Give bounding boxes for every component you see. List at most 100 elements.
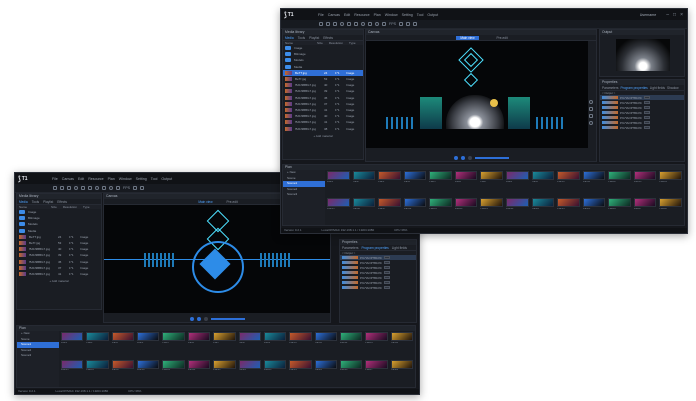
plan-thumbnail[interactable]: Plan10 <box>289 332 312 358</box>
fps-label[interactable]: FPS <box>123 186 130 190</box>
pause-icon[interactable] <box>467 156 472 160</box>
layers-icon[interactable] <box>88 186 92 190</box>
layers-icon[interactable] <box>354 22 358 26</box>
plan-thumbnail[interactable]: Plan8 <box>505 171 529 196</box>
new-icon[interactable] <box>53 186 57 190</box>
col-resolution[interactable]: Resolution <box>63 205 77 209</box>
plan-thumbnail[interactable]: Plan4 <box>137 332 160 358</box>
fit-icon[interactable] <box>589 107 593 111</box>
plan-thumbnail[interactable]: Plan24 <box>557 198 580 223</box>
eye-icon[interactable] <box>589 121 593 125</box>
stop-icon[interactable] <box>453 156 458 160</box>
plan-thumbnail[interactable]: Plan18 <box>403 198 427 223</box>
plan-item[interactable]: Scene3 <box>17 353 59 359</box>
menu-window[interactable]: Window <box>385 13 398 17</box>
menu-tool[interactable]: Tool <box>417 13 424 17</box>
menu-canvas[interactable]: Canvas <box>62 177 74 181</box>
record-icon[interactable] <box>340 22 344 26</box>
audio-icon[interactable] <box>399 22 403 26</box>
tab-tools[interactable]: Tools <box>298 36 305 40</box>
plan-thumbnail[interactable]: Plan11 <box>314 332 337 358</box>
plan-thumbnail[interactable]: Plan1 <box>61 332 84 358</box>
plan-thumbnail[interactable]: Plan16 <box>86 359 109 386</box>
menu-plan[interactable]: Plan <box>374 13 381 17</box>
plan-thumbnail[interactable]: Plan23 <box>531 198 555 223</box>
plan-thumbnail[interactable]: Plan14 <box>659 171 682 196</box>
col-name[interactable]: Name <box>19 205 45 209</box>
tab-light-fields[interactable]: Light fields <box>650 86 665 90</box>
plan-item[interactable]: Scene3 <box>283 192 325 198</box>
plan-thumbnail[interactable]: Plan5 <box>429 171 452 196</box>
plan-thumbnail[interactable]: Plan9 <box>531 171 555 196</box>
toggle-button[interactable] <box>644 101 650 104</box>
plan-thumbnail[interactable]: Plan25 <box>582 198 606 223</box>
toggle-button[interactable] <box>384 271 390 274</box>
tab-playlist[interactable]: Playlist <box>309 36 319 40</box>
tab-pre-edit[interactable]: Pre-edit <box>497 36 508 40</box>
toggle-button[interactable] <box>384 266 390 269</box>
plan-thumbnail[interactable]: Plan12 <box>339 332 363 358</box>
tab-light-fields[interactable]: Light fields <box>392 246 407 250</box>
plan-thumbnail[interactable]: Plan27 <box>365 359 388 386</box>
plan-thumbnail[interactable]: Plan2 <box>86 332 109 358</box>
grid-icon[interactable] <box>81 186 85 190</box>
audio-icon[interactable] <box>133 186 137 190</box>
plan-thumbnail[interactable]: Plan20 <box>454 198 478 223</box>
plan-thumbnail[interactable]: Plan3 <box>378 171 401 196</box>
plan-thumbnail[interactable]: Plan7 <box>213 332 236 358</box>
tab-effects[interactable]: Effects <box>323 36 333 40</box>
toggle-button[interactable] <box>644 106 650 109</box>
tab-media[interactable]: Media <box>285 36 294 40</box>
menu-output[interactable]: Output <box>427 13 438 17</box>
menu-resource[interactable]: Resource <box>88 177 103 181</box>
menu-output[interactable]: Output <box>161 177 172 181</box>
output-icon[interactable] <box>102 186 106 190</box>
lock-icon[interactable] <box>413 22 417 26</box>
plan-thumbnail[interactable]: Plan19 <box>429 198 452 223</box>
col-type[interactable]: Type <box>83 205 90 209</box>
settings-icon[interactable] <box>382 22 386 26</box>
plan-thumbnail[interactable]: Plan28 <box>659 198 682 223</box>
menu-edit[interactable]: Edit <box>78 177 84 181</box>
tab-main-view[interactable]: Main view <box>456 35 479 40</box>
monitor-icon[interactable] <box>375 22 379 26</box>
plan-thumbnail[interactable]: Plan12 <box>608 171 631 196</box>
plan-thumbnail[interactable]: Plan11 <box>582 171 606 196</box>
plan-thumbnail[interactable]: Plan1 <box>327 171 350 196</box>
menu-plan[interactable]: Plan <box>108 177 115 181</box>
tab-main-view[interactable]: Main view <box>198 200 212 204</box>
toggle-button[interactable] <box>644 96 650 99</box>
plan-thumbnail[interactable]: Plan13 <box>365 332 388 358</box>
list-item[interactable]: f5J1f3BBG7.jpg 41 1*1 Image <box>17 271 101 277</box>
menu-edit[interactable]: Edit <box>344 13 350 17</box>
monitor-icon[interactable] <box>109 186 113 190</box>
grid-icon[interactable] <box>347 22 351 26</box>
tab-program-properties[interactable]: Program properties <box>620 86 647 90</box>
col-name[interactable]: Name <box>285 41 311 45</box>
lock-icon[interactable] <box>589 114 593 118</box>
plan-thumbnail[interactable]: Plan8 <box>238 332 261 358</box>
add-material-button[interactable]: + Add material <box>17 279 101 283</box>
plan-thumbnail[interactable]: Plan4 <box>403 171 427 196</box>
plan-thumbnail[interactable]: Plan14 <box>390 332 413 358</box>
plan-thumbnail[interactable]: Plan13 <box>633 171 657 196</box>
add-material-button[interactable]: + Add material <box>283 134 363 138</box>
stop-icon[interactable] <box>189 317 194 321</box>
plan-thumbnail[interactable]: Plan6 <box>187 332 211 358</box>
col-size[interactable]: Size <box>317 41 323 45</box>
menu-setting[interactable]: Setting <box>136 177 147 181</box>
maximize-icon[interactable]: □ <box>673 12 676 18</box>
tab-program-properties[interactable]: Program properties <box>361 246 388 250</box>
fps-label[interactable]: FPS <box>389 22 396 26</box>
toggle-button[interactable] <box>644 111 650 114</box>
plan-thumbnail[interactable]: Plan17 <box>378 198 401 223</box>
username-label[interactable]: Username <box>640 13 657 17</box>
output-item[interactable]: P/G*IAOP7B1hf0.mp4 <box>340 285 416 290</box>
toggle-button[interactable] <box>384 286 390 289</box>
plan-thumbnail[interactable]: Plan19 <box>162 359 185 386</box>
plan-thumbnail[interactable]: Plan10 <box>557 171 580 196</box>
tab-parameters[interactable]: Parameters <box>342 246 358 250</box>
menu-tool[interactable]: Tool <box>151 177 158 181</box>
save-icon[interactable] <box>333 22 337 26</box>
plan-thumbnail[interactable]: Plan16 <box>352 198 376 223</box>
